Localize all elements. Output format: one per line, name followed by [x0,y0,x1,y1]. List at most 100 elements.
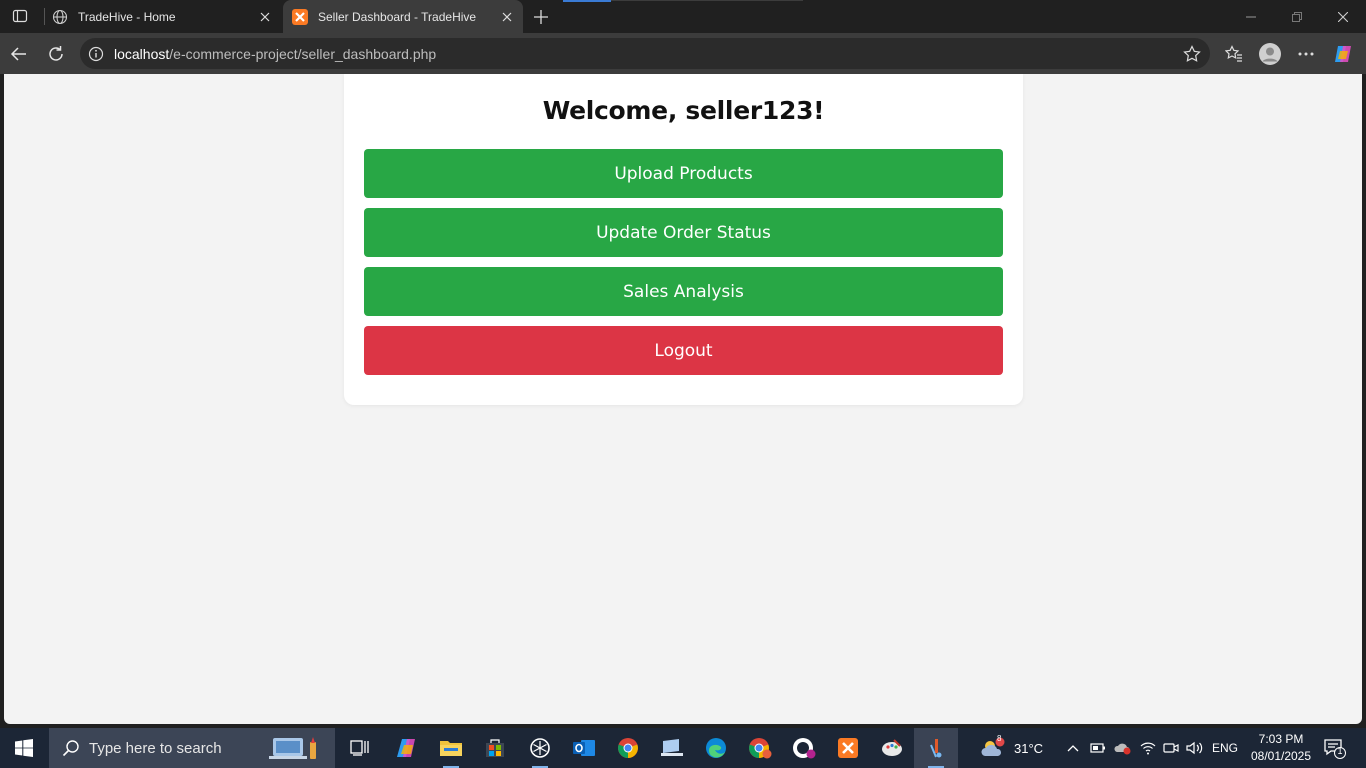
favorites-list-icon [1225,45,1242,62]
network-indicator[interactable] [1140,728,1156,768]
tools-icon [930,739,942,758]
pc-app-button[interactable] [650,728,694,768]
copilot-icon [397,739,415,757]
avatar-icon [1259,43,1281,65]
close-tab-icon[interactable] [253,5,277,29]
upload-products-button[interactable]: Upload Products [364,149,1003,198]
windows-logo-icon [15,739,33,757]
github-desktop-button[interactable] [782,728,826,768]
xampp-icon [292,8,308,25]
copilot-icon [1335,46,1351,62]
meet-now-indicator[interactable] [1163,728,1179,768]
active-app-button[interactable] [914,728,958,768]
taskbar-search[interactable]: Type here to search [49,728,335,768]
microsoft-store-button[interactable] [473,728,517,768]
tab-title: TradeHive - Home [78,9,176,24]
browser-toolbar: localhost/e-commerce-project/seller_dash… [0,33,1366,74]
address-bar[interactable]: localhost/e-commerce-project/seller_dash… [80,38,1210,69]
clock-date: 08/01/2025 [1250,749,1312,763]
arrow-left-icon [10,47,26,61]
plus-icon [534,10,548,24]
onedrive-status[interactable] [1114,728,1132,768]
weather-widget[interactable]: 8 31°C [980,728,1043,768]
search-placeholder: Type here to search [89,739,222,757]
tab-drag-indicator [563,0,611,2]
edge-icon [706,738,726,758]
notification-count: 1 [1337,746,1343,756]
palette-icon [882,739,902,756]
weather-temp: 31°C [1014,740,1044,756]
chrome-button[interactable] [606,728,650,768]
xampp-button[interactable] [826,728,870,768]
speaker-icon [1186,741,1203,755]
outlook-button[interactable] [562,728,606,768]
favorites-button[interactable] [1219,39,1249,69]
restore-button[interactable] [1274,0,1320,33]
github-icon [793,738,816,759]
site-info-icon[interactable] [88,46,104,62]
chatgpt-button[interactable] [518,728,562,768]
tab-home[interactable]: TradeHive - Home [43,0,281,33]
paint-app-button[interactable] [870,728,914,768]
close-icon [1338,11,1348,22]
tab-seller-dashboard[interactable]: Seller Dashboard - TradeHive [283,0,523,33]
tab-actions-button[interactable] [6,3,34,29]
chevron-up-icon [1067,745,1079,752]
refresh-button[interactable] [41,39,71,69]
search-highlight-illustration-icon [269,737,316,759]
new-tab-button[interactable] [528,4,554,30]
close-window-button[interactable] [1320,0,1366,33]
outlook-icon [573,740,595,756]
restore-icon [1292,11,1302,22]
show-hidden-icons-button[interactable] [1066,728,1080,768]
copilot-button[interactable] [1328,39,1358,69]
settings-menu-button[interactable] [1291,39,1321,69]
update-order-status-button[interactable]: Update Order Status [364,208,1003,257]
wifi-icon [1140,742,1156,755]
volume-indicator[interactable] [1186,728,1204,768]
task-view-icon [350,740,369,756]
minimize-button[interactable] [1228,0,1274,33]
favorite-star-icon[interactable] [1182,44,1202,64]
refresh-icon [49,46,63,61]
edge-button[interactable] [694,728,738,768]
camera-icon [1163,743,1179,753]
clock-time: 7:03 PM [1258,732,1304,746]
clock[interactable]: 7:03 PM 08/01/2025 [1240,731,1322,765]
dashboard-card: Welcome, seller123! Upload Products Upda… [344,74,1023,405]
xampp-icon [838,738,858,758]
profile-button[interactable] [1255,39,1285,69]
battery-icon [1090,743,1105,753]
url-host: localhost [114,45,170,62]
tab-actions-icon [12,9,28,23]
minimize-icon [1246,16,1256,17]
logout-button[interactable]: Logout [364,326,1003,375]
chrome-icon [618,738,638,758]
folder-icon [440,741,462,756]
battery-indicator[interactable] [1090,728,1106,768]
store-bag-icon [486,739,504,757]
start-button[interactable] [0,728,48,768]
sales-analysis-button[interactable]: Sales Analysis [364,267,1003,316]
search-icon [61,738,81,758]
back-button[interactable] [4,39,34,69]
close-tab-icon[interactable] [495,5,519,29]
file-explorer-button[interactable] [429,728,473,768]
more-dots-icon [1298,52,1314,56]
url-path: /e-commerce-project/seller_dashboard.php [169,45,437,62]
copilot-taskbar-button[interactable] [385,728,429,768]
tab-drag-track [611,0,803,1]
page-viewport: Welcome, seller123! Upload Products Upda… [4,74,1362,724]
task-view-button[interactable] [338,728,382,768]
weather-cloud-icon [981,737,1005,756]
globe-icon [52,9,68,25]
url-text: localhost/e-commerce-project/seller_dash… [114,46,436,62]
chatgpt-icon [530,738,550,758]
welcome-heading: Welcome, seller123! [542,96,825,125]
notification-center-button[interactable]: 1 [1322,736,1346,760]
language-indicator[interactable]: ENG [1212,728,1238,768]
chrome-profile-button[interactable] [738,728,782,768]
browser-tab-bar: TradeHive - Home Seller Dashboard - Trad… [0,0,1366,33]
cloud-error-icon [1114,743,1131,755]
chrome-icon [749,738,772,759]
